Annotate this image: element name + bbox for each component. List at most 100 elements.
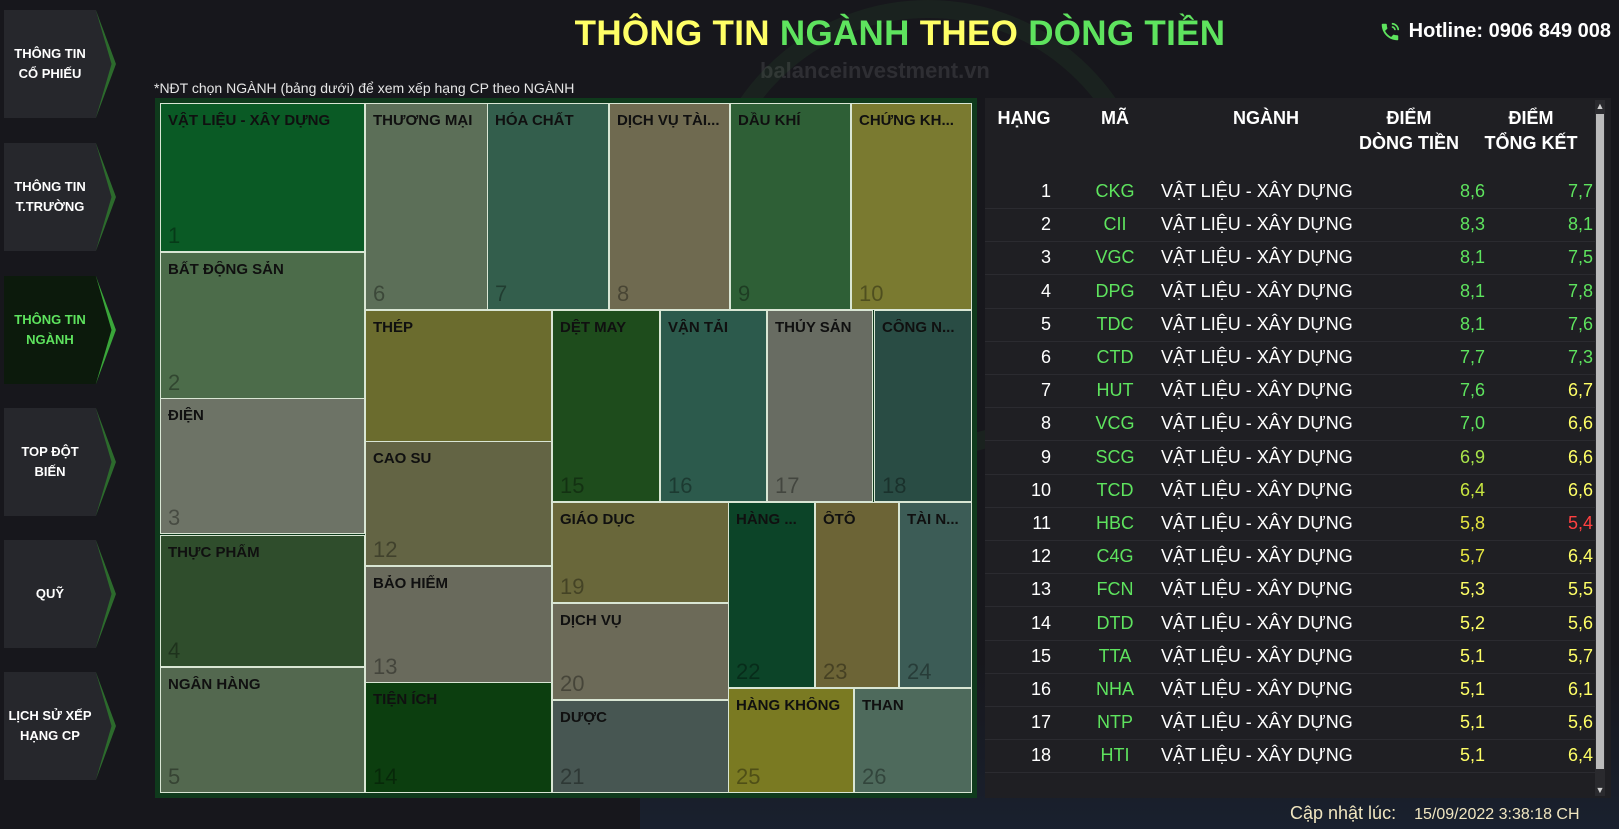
cell-code: HTI — [1100, 745, 1130, 766]
table-row[interactable]: 9 SCG VẬT LIỆU - XÂY DỰNG 6,9 6,6 — [985, 440, 1595, 475]
cell-rank: 2 — [1040, 214, 1051, 235]
treemap-tile[interactable]: THỰC PHẨM 4 — [160, 535, 365, 667]
cell-code: NTP — [1097, 712, 1133, 733]
treemap-tile[interactable]: HÀNG ... 22 — [728, 502, 815, 688]
table-scrollbar[interactable]: ▲ ▼ — [1595, 100, 1605, 796]
table-row[interactable]: 1 CKG VẬT LIỆU - XÂY DỰNG 8,6 7,7 — [985, 174, 1595, 209]
cell-flow-score: 5,8 — [1459, 513, 1485, 533]
header-code[interactable]: MÃ — [1075, 106, 1155, 131]
table-row[interactable]: 8 VCG VẬT LIỆU - XÂY DỰNG 7,0 6,6 — [985, 406, 1595, 442]
table-row[interactable]: 13 FCN VẬT LIỆU - XÂY DỰNG 5,3 5,5 — [985, 572, 1595, 608]
phone-icon — [1381, 22, 1399, 40]
treemap-tile[interactable]: CAO SU 12 — [365, 441, 552, 566]
table-row[interactable]: 15 TTA VẬT LIỆU - XÂY DỰNG 5,1 5,7 — [985, 639, 1595, 674]
treemap-tile[interactable]: TÀI N... 24 — [899, 502, 972, 688]
treemap-tile[interactable]: GIÁO DỤC 19 — [552, 502, 729, 603]
cell-code: C4G — [1096, 546, 1134, 567]
tile-label: ÔTÔ — [823, 511, 856, 528]
sidebar-item-3[interactable]: THÔNG TIN NGÀNH — [4, 276, 116, 384]
treemap-tile[interactable]: THAN 26 — [854, 688, 972, 793]
table-row[interactable]: 7 HUT VẬT LIỆU - XÂY DỰNG 7,6 6,7 — [985, 373, 1595, 409]
treemap-tile[interactable]: NGÂN HÀNG 5 — [160, 667, 365, 793]
sidebar-item-4[interactable]: TOP ĐỘT BIẾN — [4, 408, 116, 516]
treemap-tile[interactable]: CÔNG N... 18 — [874, 310, 972, 502]
treemap-tile[interactable]: THƯƠNG MẠI 6 — [365, 103, 488, 310]
treemap-tile[interactable]: CHỨNG KH... 10 — [851, 103, 972, 310]
sidebar-item-2[interactable]: THÔNG TIN T.TRƯỜNG — [4, 143, 116, 251]
table-row[interactable]: 14 DTD VẬT LIỆU - XÂY DỰNG 5,2 5,6 — [985, 606, 1595, 641]
tile-label: BẢO HIỂM — [373, 575, 448, 592]
tile-label: TÀI N... — [907, 511, 959, 528]
treemap-tile[interactable]: DẦU KHÍ 9 — [730, 103, 851, 310]
treemap-tile[interactable]: VẬN TẢI 16 — [660, 310, 767, 502]
tile-label: HÀNG KHÔNG — [736, 697, 841, 714]
header-flow-score[interactable]: ĐIỂM DÒNG TIỀN — [1339, 106, 1479, 156]
treemap-tile[interactable]: HÓA CHẤT 7 — [487, 103, 609, 310]
cell-flow-score: 5,7 — [1459, 546, 1485, 567]
treemap-tile[interactable]: DỊCH VỤ 20 — [552, 603, 729, 700]
table-row[interactable]: 11 HBC VẬT LIỆU - XÂY DỰNG 5,8 5,4 — [985, 506, 1595, 541]
sidebar-item-label: LỊCH SỬ XẾP HẠNG CP — [8, 708, 92, 743]
cell-code: HUT — [1096, 380, 1134, 401]
treemap-tile[interactable]: VẬT LIỆU - XÂY DỰNG 1 — [160, 103, 365, 252]
scroll-up-icon[interactable]: ▲ — [1595, 100, 1605, 112]
sidebar-item-1[interactable]: THÔNG TIN CỔ PHIẾU — [4, 10, 116, 118]
cell-sector: VẬT LIỆU - XÂY DỰNG — [1161, 513, 1353, 533]
table-row[interactable]: 12 C4G VẬT LIỆU - XÂY DỰNG 5,7 6,4 — [985, 539, 1595, 575]
cell-total-score: 7,3 — [1567, 347, 1593, 367]
cell-rank: 7 — [1040, 380, 1051, 401]
table-header: HẠNG MÃ NGÀNH ĐIỂM DÒNG TIỀN ĐIỂM TỔNG K… — [985, 98, 1595, 168]
tile-rank: 24 — [907, 659, 932, 684]
tile-rank: 8 — [617, 281, 630, 306]
table-row[interactable]: 2 CII VẬT LIỆU - XÂY DỰNG 8,3 8,1 — [985, 207, 1595, 243]
cell-code: FCN — [1096, 579, 1134, 600]
tile-label: BẤT ĐỘNG SẢN — [168, 261, 284, 278]
table-row[interactable]: 4 DPG VẬT LIỆU - XÂY DỰNG 8,1 7,8 — [985, 274, 1595, 309]
hotline[interactable]: Hotline: 0906 849 008 — [1379, 20, 1611, 43]
cell-total-score: 6,7 — [1567, 380, 1593, 401]
table-row[interactable]: 16 NHA VẬT LIỆU - XÂY DỰNG 5,1 6,1 — [985, 672, 1595, 707]
treemap-tile[interactable]: DỆT MAY 15 — [552, 310, 660, 502]
cell-flow-score: 8,6 — [1459, 181, 1485, 201]
tile-rank: 13 — [373, 654, 398, 679]
cell-code: TTA — [1098, 645, 1132, 666]
sidebar-item-6[interactable]: LỊCH SỬ XẾP HẠNG CP — [4, 672, 116, 780]
cell-rank: 17 — [1030, 712, 1051, 733]
cell-total-score: 7,5 — [1567, 247, 1593, 268]
table-row[interactable]: 10 TCD VẬT LIỆU - XÂY DỰNG 6,4 6,6 — [985, 473, 1595, 508]
cell-total-score: 5,4 — [1567, 513, 1593, 533]
sector-treemap-frame: VẬT LIỆU - XÂY DỰNG 1 BẤT ĐỘNG SẢN 2 ĐIỆN 3 TH… — [155, 98, 977, 798]
table-row[interactable]: 18 HTI VẬT LIỆU - XÂY DỰNG 5,1 6,4 — [985, 738, 1595, 774]
cell-total-score: 6,6 — [1567, 413, 1593, 434]
cell-flow-score: 5,1 — [1459, 745, 1485, 766]
header-total-score[interactable]: ĐIỂM TỔNG KẾT — [1471, 106, 1591, 156]
cell-rank: 8 — [1040, 413, 1051, 434]
treemap-tile[interactable]: THỦY SẢN 17 — [767, 310, 873, 502]
table-row[interactable]: 6 CTD VẬT LIỆU - XÂY DỰNG 7,7 7,3 — [985, 340, 1595, 375]
cell-flow-score: 5,1 — [1459, 645, 1485, 666]
scroll-thumb[interactable] — [1596, 114, 1604, 769]
treemap-tile[interactable]: ÔTÔ 23 — [815, 502, 899, 688]
treemap-tile[interactable]: DƯỢC 21 — [552, 700, 729, 793]
tile-rank: 1 — [168, 223, 181, 248]
sidebar-item-5[interactable]: QUỸ — [4, 540, 116, 648]
treemap-tile[interactable]: TIỆN ÍCH 14 — [365, 682, 552, 793]
table-row[interactable]: 5 TDC VẬT LIỆU - XÂY DỰNG 8,1 7,6 — [985, 307, 1595, 342]
watermark: balanceinvestment.vn — [760, 58, 990, 83]
treemap-tile[interactable]: HÀNG KHÔNG 25 — [728, 688, 854, 793]
tile-rank: 26 — [862, 764, 887, 789]
treemap-tile[interactable]: BẤT ĐỘNG SẢN 2 — [160, 252, 365, 399]
scroll-down-icon[interactable]: ▼ — [1595, 784, 1605, 796]
treemap-tile[interactable]: BẢO HIỂM 13 — [365, 566, 552, 683]
header-flow-line2: DÒNG TIỀN — [1358, 133, 1459, 153]
cell-rank: 1 — [1040, 181, 1051, 201]
tile-label: THỰC PHẨM — [168, 544, 260, 561]
table-row[interactable]: 17 NTP VẬT LIỆU - XÂY DỰNG 5,1 5,6 — [985, 705, 1595, 741]
treemap-tile[interactable]: DỊCH VỤ TÀI... 8 — [609, 103, 730, 310]
sector-treemap: VẬT LIỆU - XÂY DỰNG 1 BẤT ĐỘNG SẢN 2 ĐIỆN 3 TH… — [160, 103, 972, 793]
tile-rank: 16 — [668, 473, 693, 498]
tile-label: HÓA CHẤT — [495, 112, 574, 129]
table-row[interactable]: 3 VGC VẬT LIỆU - XÂY DỰNG 8,1 7,5 — [985, 240, 1595, 276]
header-rank[interactable]: HẠNG — [989, 106, 1059, 131]
treemap-tile[interactable]: ĐIỆN 3 — [160, 398, 365, 534]
